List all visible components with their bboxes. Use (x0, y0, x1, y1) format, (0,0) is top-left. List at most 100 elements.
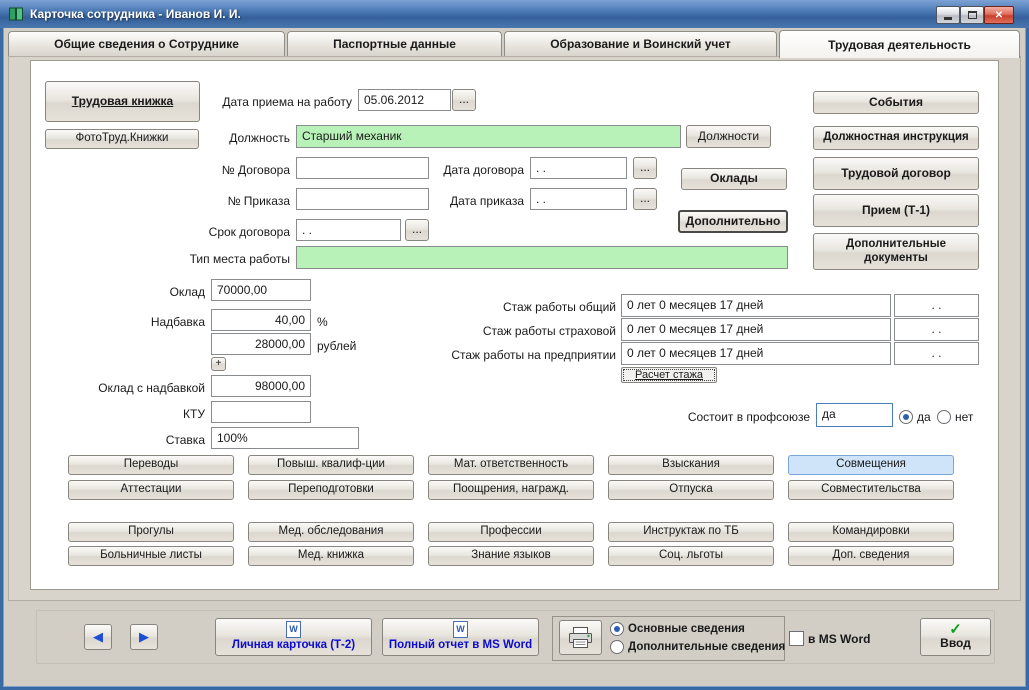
combined-posts-button[interactable]: Совмещения (788, 455, 954, 475)
word-letter: W (456, 624, 465, 635)
vacations-button[interactable]: Отпуска (608, 480, 774, 500)
job-instruction-button[interactable]: Должностная инструкция (813, 126, 979, 150)
order-date-label: Дата приказа (449, 194, 524, 208)
additional-info-radio[interactable]: Дополнительные сведения (610, 640, 785, 654)
rate-label: Ставка (165, 433, 205, 447)
experience-company-label: Стаж работы на предприятии (451, 348, 616, 362)
workplace-type-field[interactable] (296, 246, 788, 269)
attestations-button[interactable]: Аттестации (68, 480, 234, 500)
titlebar[interactable]: Карточка сотрудника - Иванов И. И. (0, 0, 1029, 28)
labor-contract-button[interactable]: Трудовой договор (813, 157, 979, 190)
contract-date-browse-button[interactable]: ... (633, 157, 657, 179)
minimize-button[interactable] (936, 6, 960, 24)
tab-passport[interactable]: Паспортные данные (287, 31, 502, 56)
qualification-button[interactable]: Повыш. квалиф-ции (248, 455, 414, 475)
app-icon (8, 6, 24, 22)
hire-date-browse-button[interactable]: ... (452, 89, 476, 111)
hire-date-field[interactable]: 05.06.2012 (358, 89, 451, 111)
secondary-jobs-button[interactable]: Совместительства (788, 480, 954, 500)
medical-exams-button[interactable]: Мед. обследования (248, 522, 414, 542)
next-record-button[interactable]: ▶ (130, 624, 158, 650)
transfers-button[interactable]: Переводы (68, 455, 234, 475)
experience-company-date-field[interactable]: . . (894, 342, 979, 365)
additional-documents-button[interactable]: Дополнительные документы (813, 233, 979, 270)
contract-no-field[interactable] (296, 157, 429, 179)
work-book-button[interactable]: Трудовая книжка (45, 81, 200, 122)
tab-general[interactable]: Общие сведения о Сотруднике (8, 31, 285, 56)
full-report-msword-button[interactable]: W Полный отчет в MS Word (382, 618, 539, 656)
position-field[interactable]: Старший механик (296, 125, 681, 148)
absences-button[interactable]: Прогулы (68, 522, 234, 542)
main-info-radio[interactable]: Основные сведения (610, 622, 745, 636)
rubles-label: рублей (317, 339, 357, 353)
awards-button[interactable]: Поощрения, награжд. (428, 480, 594, 500)
experience-total-date-field[interactable]: . . (894, 294, 979, 317)
events-button[interactable]: События (813, 91, 979, 114)
order-date-field[interactable]: . . (530, 188, 627, 210)
professions-button[interactable]: Профессии (428, 522, 594, 542)
bonus-rubles-field[interactable]: 28000,00 (211, 333, 311, 355)
print-button[interactable] (559, 620, 602, 655)
retraining-button[interactable]: Переподготовки (248, 480, 414, 500)
experience-insurance-label: Стаж работы страховой (482, 324, 616, 338)
salary-field[interactable]: 70000,00 (211, 279, 311, 301)
photo-work-book-button[interactable]: ФотоТруд.Книжки (45, 129, 199, 149)
salaries-button[interactable]: Оклады (681, 168, 787, 190)
additional-info-label: Дополнительные сведения (628, 641, 786, 653)
msword-checkbox[interactable]: в MS Word (789, 631, 870, 646)
radio-icon (937, 410, 951, 424)
contract-no-label: № Договора (221, 163, 290, 177)
previous-record-button[interactable]: ◀ (84, 624, 112, 650)
contract-term-browse-button[interactable]: ... (405, 219, 429, 241)
experience-total-field[interactable]: 0 лет 0 месяцев 17 дней (621, 294, 891, 317)
percent-label: % (317, 315, 328, 329)
additional-button[interactable]: Дополнительно (678, 210, 788, 233)
personal-card-t2-button[interactable]: W Личная карточка (Т-2) (215, 618, 372, 656)
contract-term-field[interactable]: . . (296, 219, 401, 241)
union-no-radio[interactable]: нет (937, 410, 973, 424)
salary-with-bonus-field[interactable]: 98000,00 (211, 375, 311, 397)
enter-button[interactable]: ✓ Ввод (920, 618, 991, 656)
word-document-icon: W (286, 621, 301, 639)
union-field[interactable]: да (816, 403, 893, 427)
add-bonus-button[interactable]: + (211, 357, 226, 371)
union-no-label: нет (955, 410, 974, 424)
experience-insurance-field[interactable]: 0 лет 0 месяцев 17 дней (621, 318, 891, 341)
order-date-browse-button[interactable]: ... (633, 188, 657, 210)
hire-t1-button[interactable]: Прием (Т-1) (813, 194, 979, 227)
main-info-label: Основные сведения (628, 623, 745, 635)
check-icon: ✓ (949, 621, 962, 639)
contract-term-label: Срок договора (208, 225, 290, 239)
bonus-percent-field[interactable]: 40,00 (211, 309, 311, 331)
experience-insurance-date-field[interactable]: . . (894, 318, 979, 341)
full-report-label: Полный отчет в MS Word (388, 639, 533, 652)
social-benefits-button[interactable]: Соц. льготы (608, 546, 774, 566)
penalties-button[interactable]: Взыскания (608, 455, 774, 475)
contract-date-field[interactable]: . . (530, 157, 627, 179)
order-no-field[interactable] (296, 188, 429, 210)
tab-education[interactable]: Образование и Воинский учет (504, 31, 777, 56)
rate-field[interactable]: 100% (211, 427, 359, 449)
union-yes-radio[interactable]: да (899, 410, 931, 424)
experience-company-field[interactable]: 0 лет 0 месяцев 17 дней (621, 342, 891, 365)
languages-button[interactable]: Знание языков (428, 546, 594, 566)
positions-button[interactable]: Должности (686, 125, 771, 148)
safety-training-button[interactable]: Инструктаж по ТБ (608, 522, 774, 542)
business-trips-button[interactable]: Командировки (788, 522, 954, 542)
liability-button[interactable]: Мат. ответственность (428, 455, 594, 475)
printer-icon (567, 626, 594, 649)
additional-info-button[interactable]: Доп. сведения (788, 546, 954, 566)
radio-icon (610, 640, 624, 654)
ktu-field[interactable] (211, 401, 311, 423)
tab-general-label: Общие сведения о Сотруднике (54, 37, 239, 51)
calculate-experience-button[interactable]: Расчет стажа (621, 367, 717, 383)
previous-icon: ◀ (93, 628, 103, 644)
word-document-icon: W (453, 621, 468, 639)
salary-label: Оклад (169, 285, 205, 299)
close-button[interactable]: ✕ (984, 6, 1014, 24)
union-label: Состоит в профсоюзе (687, 410, 810, 424)
tab-labor[interactable]: Трудовая деятельность (779, 30, 1020, 58)
medical-book-button[interactable]: Мед. книжка (248, 546, 414, 566)
sick-leaves-button[interactable]: Больничные листы (68, 546, 234, 566)
maximize-button[interactable] (960, 6, 984, 24)
